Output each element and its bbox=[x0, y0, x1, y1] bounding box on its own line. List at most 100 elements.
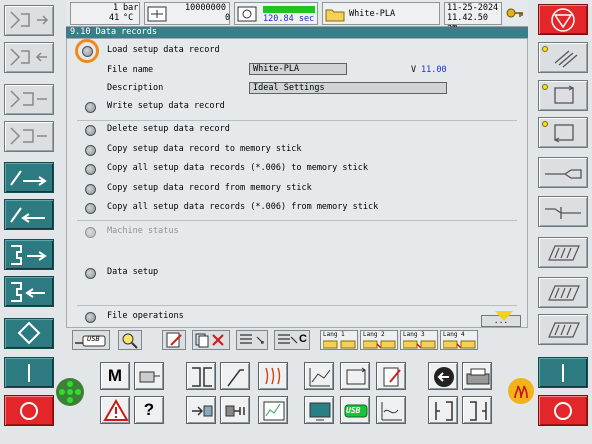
data-setup-radio[interactable] bbox=[85, 268, 96, 279]
delete-radio[interactable] bbox=[85, 125, 96, 136]
page-title: 9.10 Data records bbox=[66, 27, 528, 38]
folder-icon bbox=[325, 9, 345, 22]
pressure-temperature-cell: 1 bar 41 °C bbox=[70, 2, 140, 25]
copy-from-stick-radio[interactable] bbox=[85, 184, 96, 195]
stop-button[interactable] bbox=[4, 395, 54, 426]
right-stop-button[interactable] bbox=[538, 395, 588, 426]
counter-bottom: 0 bbox=[225, 13, 231, 23]
injection-button[interactable] bbox=[258, 362, 288, 390]
left-button-core[interactable] bbox=[4, 318, 54, 349]
left-button-6[interactable] bbox=[4, 199, 54, 230]
ejector-button[interactable] bbox=[186, 396, 216, 424]
folder-arrow-icon bbox=[323, 340, 356, 349]
usb-button[interactable]: USB bbox=[340, 396, 370, 424]
help-button[interactable]: ? bbox=[134, 396, 164, 424]
counter-top: 10000000 bbox=[185, 3, 226, 13]
graph-button[interactable] bbox=[304, 362, 334, 390]
right-button-2[interactable] bbox=[538, 80, 588, 111]
notes-button[interactable] bbox=[376, 362, 406, 390]
copy-to-stick-label: Copy setup data record to memory stick bbox=[107, 144, 302, 154]
mold-close-button[interactable] bbox=[186, 362, 216, 390]
printer-icon bbox=[466, 368, 490, 385]
machine-status-radio[interactable] bbox=[85, 227, 96, 238]
manual-mode-button[interactable]: M bbox=[100, 362, 130, 390]
version-value: 11.00 bbox=[421, 65, 447, 75]
open-left-button[interactable] bbox=[428, 396, 458, 424]
stop-circle-icon bbox=[20, 402, 38, 420]
back-button[interactable] bbox=[428, 362, 458, 390]
list-tool-button[interactable] bbox=[236, 330, 268, 350]
datetime-cell: 11-25-2024 11.42.50 am bbox=[444, 2, 502, 33]
edit-document-icon bbox=[166, 332, 182, 348]
copy-all-from-stick-radio[interactable] bbox=[85, 203, 96, 214]
scroll-down-icon[interactable] bbox=[495, 311, 513, 321]
nozzle-button[interactable] bbox=[220, 362, 250, 390]
monitor-button[interactable] bbox=[304, 396, 334, 424]
key-icon[interactable] bbox=[506, 5, 524, 21]
ejector-back-icon bbox=[11, 282, 45, 302]
copy-all-to-stick-radio[interactable] bbox=[85, 164, 96, 175]
setpoint-button[interactable] bbox=[376, 396, 406, 424]
edit-tool-button[interactable] bbox=[162, 330, 186, 350]
notepad-icon bbox=[383, 367, 401, 387]
right-button-7[interactable] bbox=[538, 277, 588, 308]
search-tool-button[interactable] bbox=[118, 330, 142, 350]
copy-delete-tool-button[interactable] bbox=[192, 330, 230, 350]
temperature-unit: °C bbox=[123, 13, 134, 23]
left-button-3[interactable] bbox=[4, 84, 54, 115]
open-mold-right-icon bbox=[470, 401, 487, 421]
right-button-4[interactable] bbox=[538, 157, 588, 188]
printer-button[interactable] bbox=[462, 362, 492, 390]
copy-to-stick-radio[interactable] bbox=[85, 145, 96, 156]
lang-4-label: Lang 4 bbox=[443, 331, 465, 338]
alarm-button[interactable] bbox=[100, 396, 130, 424]
core-pull-button[interactable] bbox=[220, 396, 250, 424]
nozzle-in-icon bbox=[545, 169, 582, 179]
core-pull-icon bbox=[225, 405, 245, 417]
open-right-button[interactable] bbox=[462, 396, 492, 424]
right-button-8[interactable] bbox=[538, 314, 588, 345]
usb-label: USB bbox=[87, 335, 100, 343]
right-button-1[interactable] bbox=[538, 42, 588, 73]
description-label: Description bbox=[107, 83, 164, 93]
right-button-3[interactable] bbox=[538, 117, 588, 148]
mold-setup-button[interactable] bbox=[134, 362, 164, 390]
lang-1-button[interactable]: Lang 1 bbox=[320, 330, 358, 350]
lang-2-button[interactable]: Lang 2 bbox=[360, 330, 398, 350]
lang-4-button[interactable]: Lang 4 bbox=[440, 330, 478, 350]
conveyor-icon bbox=[554, 50, 578, 68]
list-arrows-icon bbox=[278, 334, 298, 344]
lang-3-button[interactable]: Lang 3 bbox=[400, 330, 438, 350]
right-button-6[interactable] bbox=[538, 237, 588, 268]
description-field[interactable]: Ideal Settings bbox=[249, 82, 447, 94]
write-radio[interactable] bbox=[85, 102, 96, 113]
usb-tool-button[interactable]: USB bbox=[72, 330, 110, 350]
file-name-field[interactable]: White-PLA bbox=[249, 63, 347, 75]
left-button-5[interactable] bbox=[4, 162, 54, 193]
data-setup-label: Data setup bbox=[107, 267, 159, 277]
left-button-8[interactable] bbox=[4, 276, 54, 307]
temperature-button[interactable] bbox=[258, 396, 288, 424]
separator bbox=[77, 305, 517, 306]
file-operations-label: File operations bbox=[107, 311, 184, 321]
left-button-2[interactable] bbox=[4, 42, 54, 73]
separator bbox=[77, 220, 517, 221]
ejector-forward-icon bbox=[11, 245, 47, 265]
cycle-time-cell: 120.84 sec bbox=[234, 2, 318, 25]
cycle-button[interactable] bbox=[340, 362, 370, 390]
list-c-tool-button[interactable]: C bbox=[274, 330, 310, 350]
right-button-5[interactable] bbox=[538, 196, 588, 227]
emergency-stop-button[interactable] bbox=[538, 4, 588, 35]
start-button[interactable] bbox=[4, 357, 54, 388]
right-start-button[interactable] bbox=[538, 357, 588, 388]
separator bbox=[77, 120, 517, 121]
left-button-7[interactable] bbox=[4, 239, 54, 270]
mold-plates-icon bbox=[192, 367, 212, 387]
left-button-4[interactable] bbox=[4, 121, 54, 152]
heater-icon bbox=[265, 367, 281, 385]
file-operations-radio[interactable] bbox=[85, 312, 96, 323]
load-radio[interactable] bbox=[82, 46, 93, 57]
load-label: Load setup data record bbox=[107, 45, 220, 55]
left-button-1[interactable] bbox=[4, 5, 54, 36]
file-name-cell[interactable]: White-PLA bbox=[322, 2, 440, 25]
